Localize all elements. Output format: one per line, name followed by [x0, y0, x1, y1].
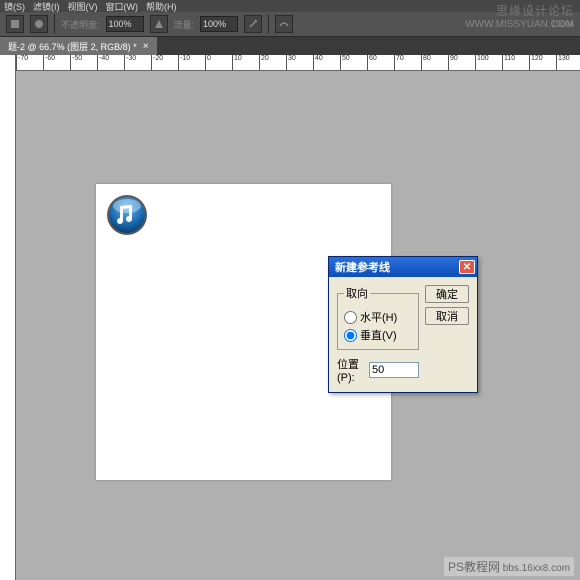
cancel-button[interactable]: 取消: [425, 307, 469, 325]
document-tab[interactable]: 题-2 @ 66.7% (图层 2, RGB/8) * ×: [0, 37, 157, 55]
flow-label: 流量:: [174, 18, 195, 31]
divider: [268, 14, 269, 34]
ok-button[interactable]: 确定: [425, 285, 469, 303]
airbrush-icon[interactable]: [244, 15, 262, 33]
orientation-fieldset: 取向 水平(H) 垂直(V): [337, 285, 419, 350]
fieldset-legend: 取向: [344, 285, 370, 301]
tablet-pressure-icon[interactable]: [275, 15, 293, 33]
menu-item[interactable]: 视图(V): [68, 0, 98, 13]
ruler-tick: 120: [529, 55, 543, 70]
tool-preset-icon[interactable]: [6, 15, 24, 33]
close-icon[interactable]: ✕: [459, 260, 475, 274]
menu-item[interactable]: 滤镜(I): [33, 0, 60, 13]
ruler-tick: 20: [259, 55, 269, 70]
brush-preset-icon[interactable]: [30, 15, 48, 33]
ruler-tick: 100: [475, 55, 489, 70]
ruler-tick: -10: [178, 55, 190, 70]
opacity-label: 不透明度:: [61, 18, 100, 31]
menu-item[interactable]: 窗口(W): [106, 0, 139, 13]
radio-vertical-input[interactable]: [344, 329, 357, 342]
flow-input[interactable]: [200, 16, 238, 32]
ruler-tick: -40: [97, 55, 109, 70]
ruler-tick: -50: [70, 55, 82, 70]
dialog-titlebar[interactable]: 新建参考线 ✕: [329, 257, 477, 277]
horizontal-ruler: -70 -60 -50 -40 -30 -20 -10 0 10 20 30 40 50 60 70 80 90…: [16, 55, 580, 71]
radio-horizontal[interactable]: 水平(H): [344, 309, 412, 325]
ruler-tick: -30: [124, 55, 136, 70]
ruler-tick: 0: [205, 55, 211, 70]
ruler-tick: 130: [556, 55, 570, 70]
ruler-tick: 90: [448, 55, 458, 70]
opacity-input[interactable]: [106, 16, 144, 32]
document-title: 题-2 @ 66.7% (图层 2, RGB/8) *: [8, 40, 137, 53]
ruler-tick: 110: [502, 55, 515, 70]
new-guide-dialog: 新建参考线 ✕ 取向 水平(H) 垂直(V) 位置(P): 确定: [328, 256, 478, 393]
dialog-title-text: 新建参考线: [335, 259, 390, 275]
ruler-tick: 50: [340, 55, 350, 70]
pressure-opacity-icon[interactable]: [150, 15, 168, 33]
watermark-top: 思缘设计论坛 WWW.MISSYUAN.COM: [465, 2, 574, 30]
ruler-tick: -60: [43, 55, 55, 70]
menu-item[interactable]: 镜(S): [4, 0, 25, 13]
ruler-tick: 30: [286, 55, 296, 70]
position-input[interactable]: [369, 362, 419, 378]
ruler-tick: 60: [367, 55, 377, 70]
document-tabs: 题-2 @ 66.7% (图层 2, RGB/8) * ×: [0, 37, 580, 55]
radio-vertical[interactable]: 垂直(V): [344, 327, 412, 343]
canvas-area: [16, 71, 580, 580]
close-tab-icon[interactable]: ×: [143, 41, 149, 52]
ruler-tick: -20: [151, 55, 163, 70]
ruler-tick: 10: [232, 55, 242, 70]
vertical-ruler: [0, 55, 16, 580]
radio-horizontal-input[interactable]: [344, 311, 357, 324]
divider: [54, 14, 55, 34]
ruler-tick: -70: [16, 55, 28, 70]
watermark-bottom: PS教程网 bbs.16xx8.com: [444, 557, 574, 576]
itunes-icon: [106, 194, 148, 236]
ruler-tick: 80: [421, 55, 431, 70]
position-label: 位置(P):: [337, 356, 365, 384]
ruler-tick: 70: [394, 55, 404, 70]
menu-item[interactable]: 帮助(H): [146, 0, 177, 13]
ruler-tick: 40: [313, 55, 323, 70]
